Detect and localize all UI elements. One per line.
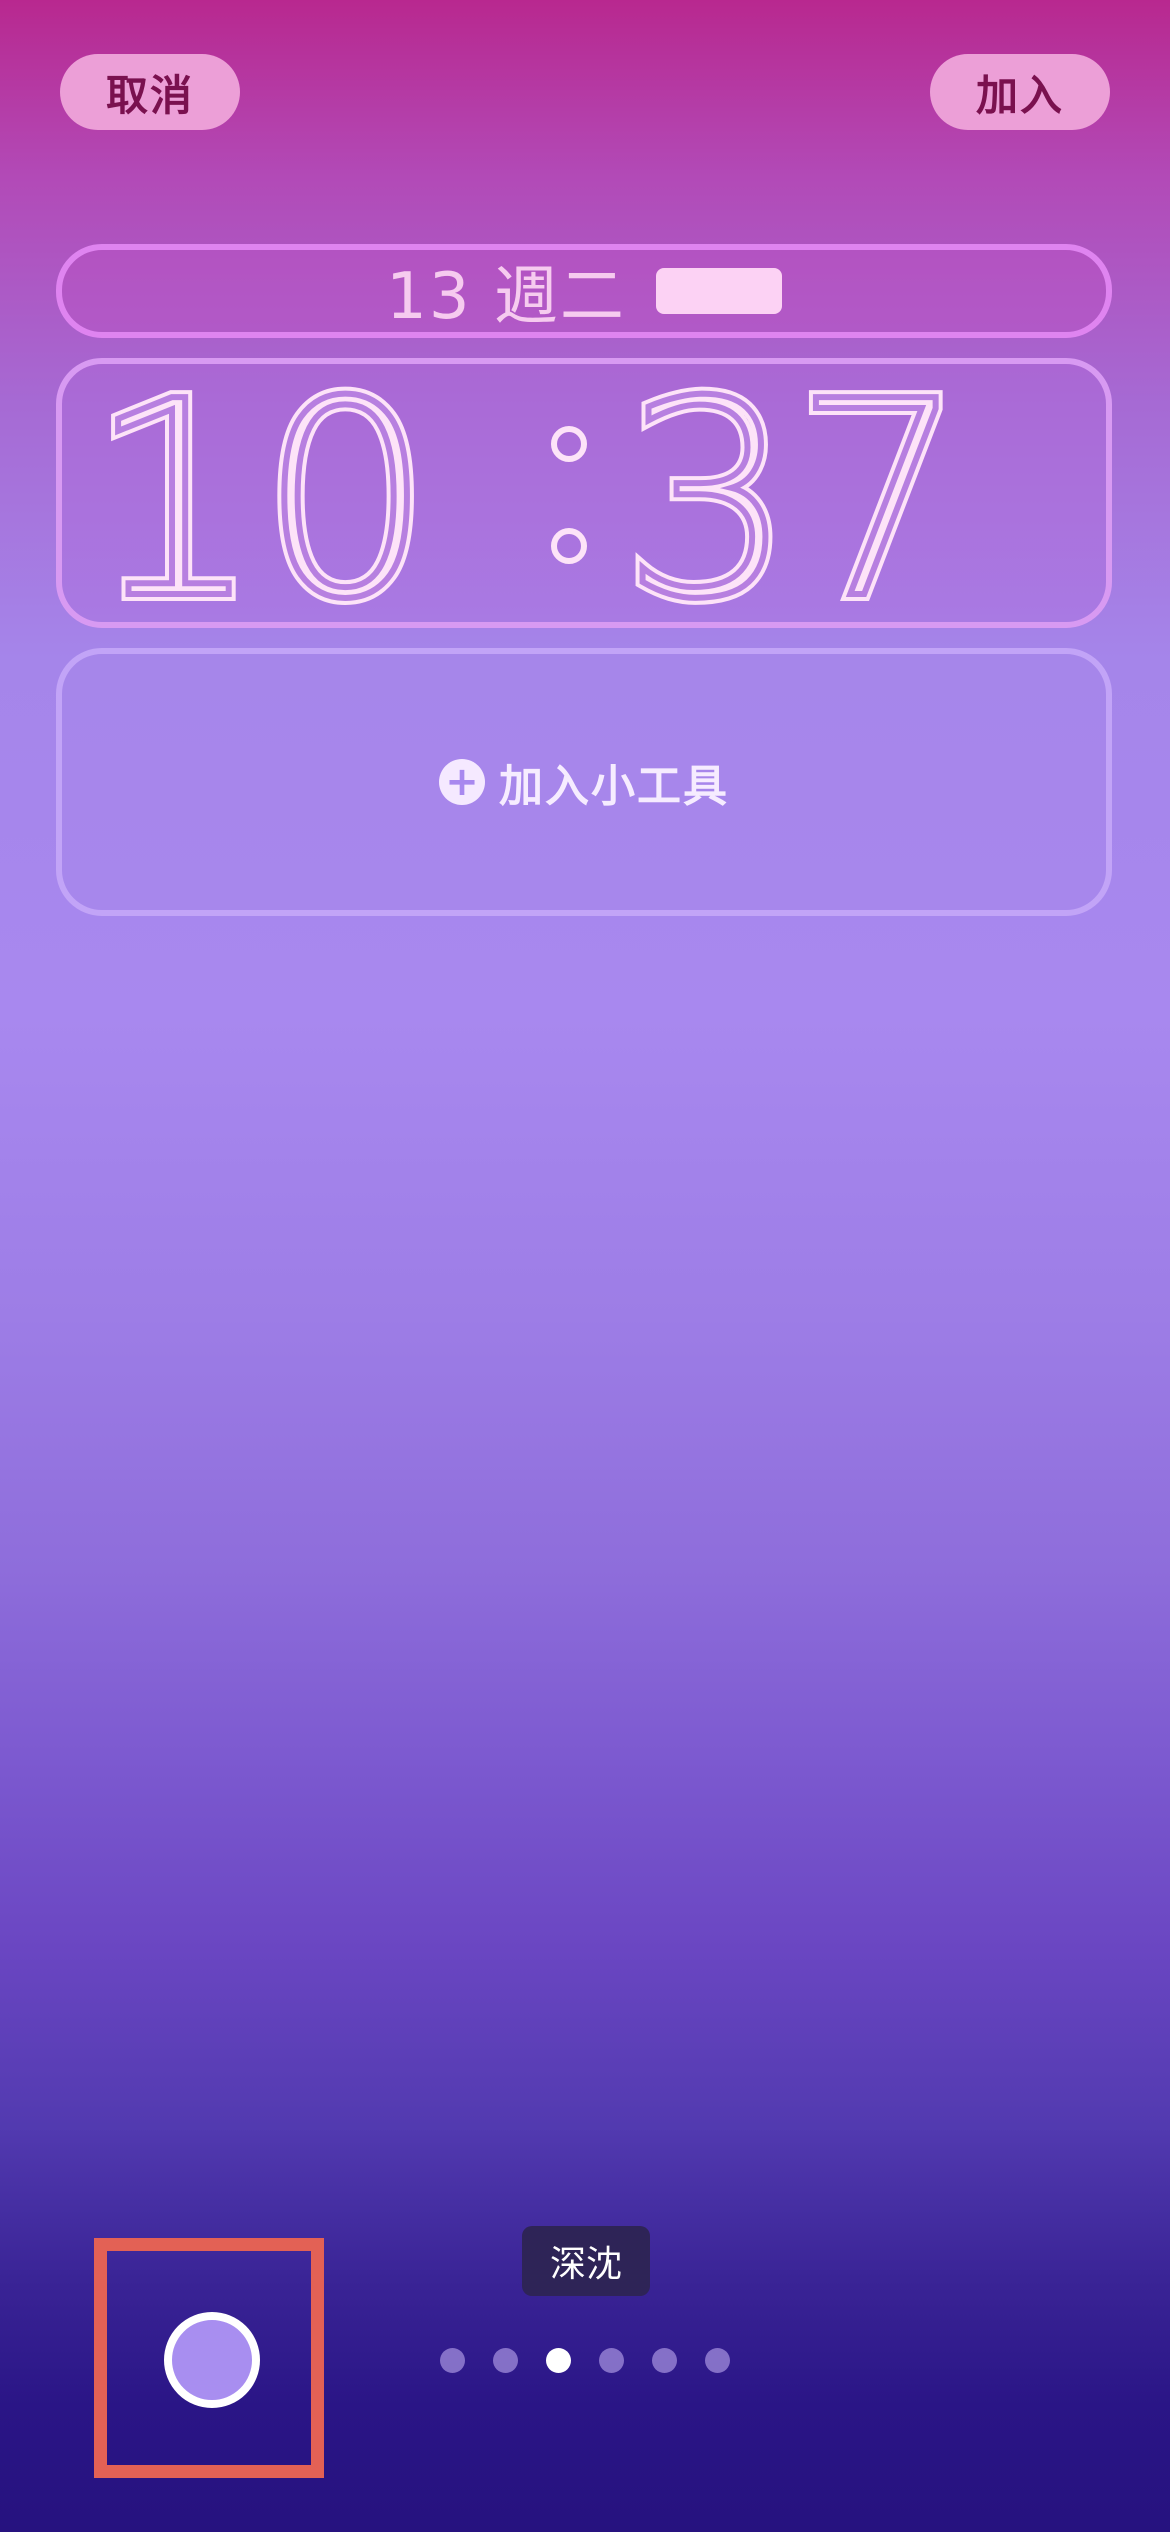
date-widget[interactable]: 13 週二 <box>56 244 1112 338</box>
page-dot[interactable] <box>440 2348 465 2373</box>
page-dot[interactable] <box>652 2348 677 2373</box>
clock-display: 10 10 37 37 <box>81 364 972 622</box>
cancel-button[interactable]: 取消 <box>60 54 240 130</box>
add-widget-area[interactable]: + 加入小工具 <box>56 648 1112 916</box>
date-widget-placeholder <box>655 268 782 314</box>
time-widget[interactable]: 10 10 37 37 <box>56 358 1112 628</box>
page-indicator[interactable] <box>440 2348 730 2373</box>
date-text: 13 週二 <box>386 260 626 334</box>
style-name-label: 深沈 <box>522 2226 650 2296</box>
page-dot[interactable] <box>705 2348 730 2373</box>
clock-minute-inner: 37 <box>622 364 966 622</box>
page-dot[interactable] <box>546 2348 571 2373</box>
plus-circle-icon: + <box>439 759 485 805</box>
add-widget-label: 加入小工具 <box>499 761 729 812</box>
page-dot[interactable] <box>493 2348 518 2373</box>
add-button[interactable]: 加入 <box>930 54 1110 130</box>
color-picker-button[interactable] <box>164 2312 260 2408</box>
page-dot[interactable] <box>599 2348 624 2373</box>
clock-separator <box>551 426 587 564</box>
clock-hour-inner: 10 <box>88 364 432 622</box>
